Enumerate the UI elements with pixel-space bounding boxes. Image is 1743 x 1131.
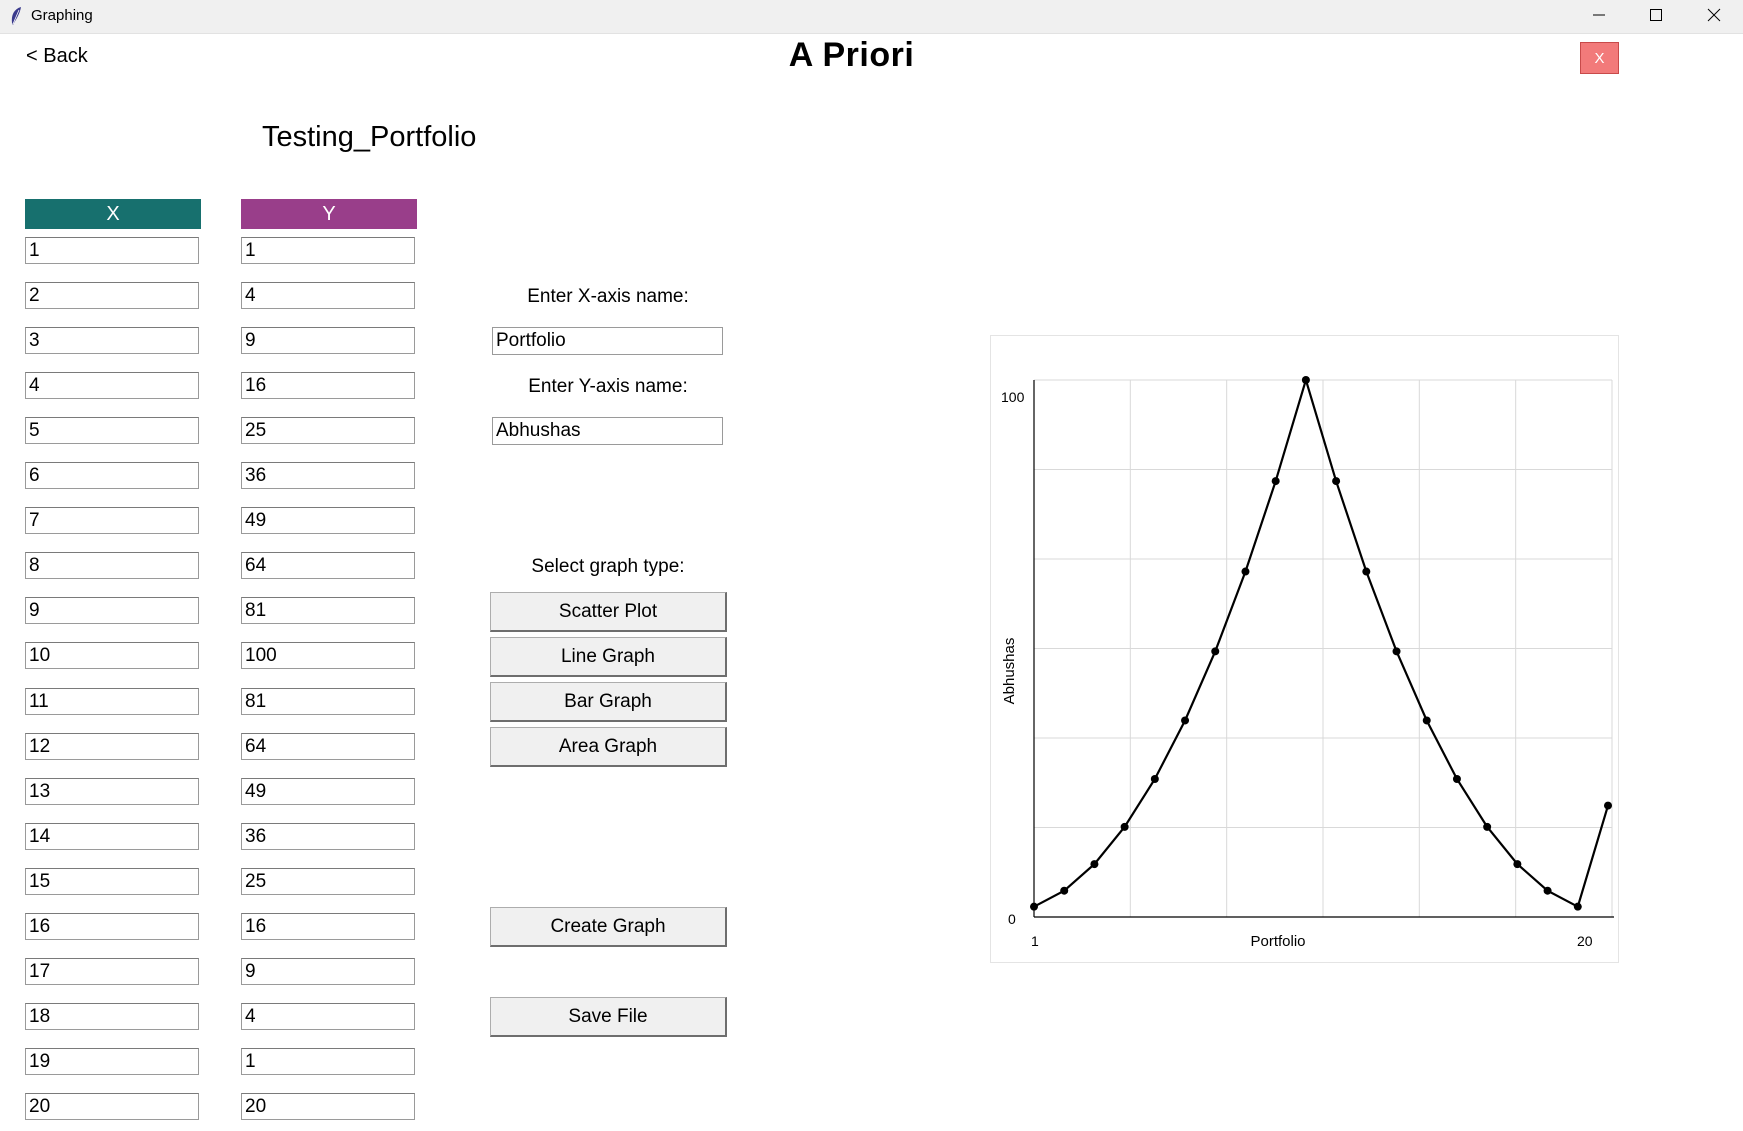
x-value-input[interactable]: 15 [25,868,199,895]
y-value-input[interactable]: 81 [241,597,415,624]
x-value-input[interactable]: 20 [25,1093,199,1120]
line-graph-button[interactable]: Line Graph [490,637,727,677]
data-point [1573,902,1582,911]
y-value-input[interactable]: 64 [241,552,415,579]
app-title: A Priori [788,36,915,74]
x-value-input[interactable]: 12 [25,733,199,760]
x-value-input[interactable]: 18 [25,1003,199,1030]
data-point [1362,567,1371,576]
x-value-input[interactable]: 5 [25,417,199,444]
y-value-input[interactable]: 16 [241,372,415,399]
y-value-input[interactable]: 1 [241,237,415,264]
data-point [1483,822,1492,831]
x-value-input[interactable]: 8 [25,552,199,579]
x-value-input[interactable]: 16 [25,913,199,940]
data-point [1604,801,1612,810]
bar-graph-button[interactable]: Bar Graph [490,682,727,722]
line-chart: 100 01 20 Portfolio Abhushas [1001,376,1614,950]
y-value-input[interactable]: 25 [241,417,415,444]
data-point [1120,822,1129,831]
x-axis-title: Portfolio [1250,933,1305,950]
close-button[interactable]: X [1580,42,1619,74]
window-title: Graphing [31,7,93,24]
data-point [1060,886,1069,895]
create-graph-button[interactable]: Create Graph [490,907,727,947]
minimize-icon[interactable] [1570,0,1628,30]
x-value-input[interactable]: 14 [25,823,199,850]
x-value-input[interactable]: 11 [25,688,199,715]
data-point [1030,902,1038,911]
x-value-input[interactable]: 7 [25,507,199,534]
y-value-input[interactable]: 4 [241,282,415,309]
scatter-plot-button[interactable]: Scatter Plot [490,592,727,632]
portfolio-title: Testing_Portfolio [262,121,477,153]
feather-icon [11,7,21,25]
x-tick-label: 20 [1577,933,1593,949]
x-axis-name-label: Enter X-axis name: [527,286,689,307]
maximize-icon[interactable] [1627,0,1685,30]
y-value-input[interactable]: 36 [241,823,415,850]
y-value-input[interactable]: 9 [241,327,415,354]
x-value-input[interactable]: 4 [25,372,199,399]
y-value-input[interactable]: 25 [241,868,415,895]
x-value-input[interactable]: 3 [25,327,199,354]
data-point [1332,477,1341,486]
area-graph-button[interactable]: Area Graph [490,727,727,767]
y-value-input[interactable]: 1 [241,1048,415,1075]
y-value-input[interactable]: 49 [241,507,415,534]
x-tick-label: 1 [1031,933,1039,949]
y-value-input[interactable]: 4 [241,1003,415,1030]
y-value-input[interactable]: 9 [241,958,415,985]
data-point [1090,860,1099,869]
data-point [1301,376,1310,384]
y-value-input[interactable]: 16 [241,913,415,940]
x-value-input[interactable]: 9 [25,597,199,624]
data-point [1392,647,1401,656]
graph-type-label: Select graph type: [531,556,685,577]
y-value-input[interactable]: 81 [241,688,415,715]
save-file-button[interactable]: Save File [490,997,727,1037]
x-value-input[interactable]: 1 [25,237,199,264]
y-axis-title: Abhushas [1001,638,1018,705]
data-point [1543,886,1552,895]
x-value-input[interactable]: 13 [25,778,199,805]
y-column-header: Y [241,199,417,229]
y-tick-label: 100 [1001,389,1025,405]
data-point [1181,716,1190,725]
y-axis-name-input[interactable]: Abhushas [492,417,723,445]
x-column-header: X [25,199,201,229]
data-point [1513,860,1522,869]
y-value-input[interactable]: 64 [241,733,415,760]
y-value-input[interactable]: 36 [241,462,415,489]
y-value-input[interactable]: 20 [241,1093,415,1120]
data-point [1452,775,1461,783]
y-value-input[interactable]: 49 [241,778,415,805]
x-value-input[interactable]: 17 [25,958,199,985]
x-value-input[interactable]: 10 [25,642,199,669]
window-title-bar: Graphing [0,0,1743,34]
x-value-input[interactable]: 19 [25,1048,199,1075]
data-point [1422,716,1431,725]
x-value-input[interactable]: 6 [25,462,199,489]
data-point [1241,567,1250,576]
chart-panel: 100 0 1 20 Portfolio Abhushas [990,335,1619,963]
data-point [1150,775,1159,783]
data-point [1211,647,1220,656]
x-value-input[interactable]: 2 [25,282,199,309]
close-icon[interactable] [1685,0,1743,30]
y-axis-name-label: Enter Y-axis name: [528,376,688,397]
x-axis-name-input[interactable]: Portfolio [492,327,723,355]
y-tick-label: 0 [1008,911,1016,927]
y-value-input[interactable]: 100 [241,642,415,669]
data-point [1271,477,1280,486]
